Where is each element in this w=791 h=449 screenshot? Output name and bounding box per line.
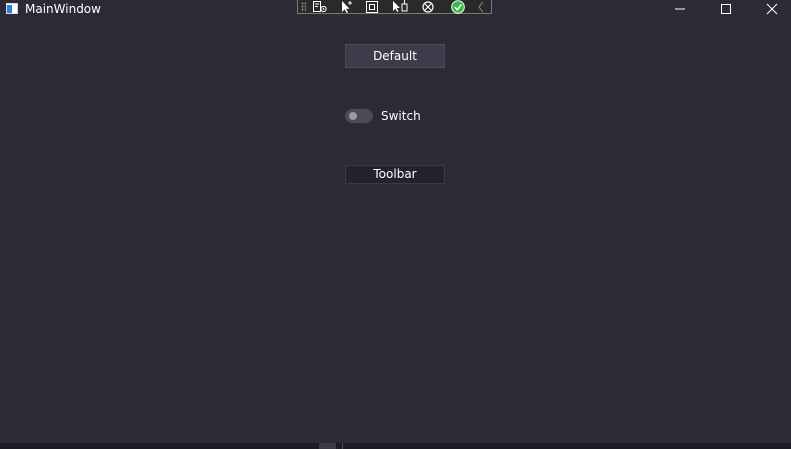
close-button[interactable]: [749, 0, 791, 18]
switch-label: Switch: [381, 109, 421, 123]
pointer-select-button[interactable]: [337, 0, 357, 14]
grip-handle-icon[interactable]: [301, 2, 306, 12]
switch-toggle[interactable]: [345, 109, 373, 123]
bottom-handle[interactable]: [319, 443, 336, 449]
refresh-button[interactable]: [418, 0, 438, 14]
default-button[interactable]: Default: [345, 44, 445, 68]
refresh-icon: [422, 1, 434, 13]
minimize-button[interactable]: [657, 0, 703, 18]
main-window: MainWindow Default Switch Toolbar: [0, 0, 791, 449]
debug-toolbar: [297, 0, 492, 14]
settings-list-button[interactable]: [310, 0, 330, 14]
check-icon: [451, 0, 465, 14]
collapse-chevron-icon: [478, 1, 484, 13]
collapse-button[interactable]: [474, 0, 488, 14]
settings-list-icon: [313, 1, 327, 13]
close-icon: [766, 3, 778, 15]
maximize-icon: [721, 4, 731, 14]
maximize-button[interactable]: [703, 0, 749, 18]
bottom-bar: [0, 443, 791, 449]
pointer-select-icon: [342, 1, 352, 13]
toolbar-button[interactable]: Toolbar: [345, 165, 445, 184]
bottom-divider: [342, 443, 343, 449]
switch-knob: [349, 112, 357, 120]
frame-select-icon: [366, 1, 378, 13]
frame-select-button[interactable]: [362, 0, 382, 14]
app-window-icon: [6, 3, 18, 14]
window-title: MainWindow: [25, 2, 101, 16]
check-button[interactable]: [448, 0, 468, 14]
minimize-icon: [675, 8, 685, 10]
pointer-move-button[interactable]: [389, 0, 409, 14]
pointer-move-icon: [393, 0, 408, 12]
